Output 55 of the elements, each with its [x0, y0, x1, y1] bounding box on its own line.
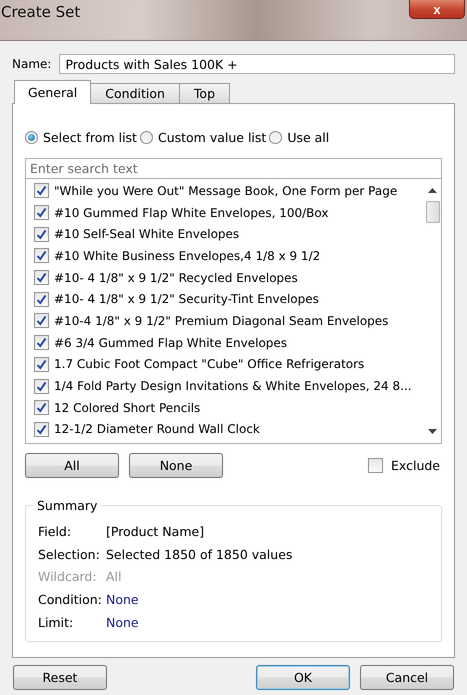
summary-label: Wildcard:: [38, 569, 98, 584]
scroll-up-icon[interactable]: [428, 187, 437, 193]
summary-title: Summary: [34, 498, 100, 513]
checkbox[interactable]: [34, 422, 49, 437]
summary-value[interactable]: None: [106, 592, 441, 608]
summary-value: [Product Name]: [106, 524, 206, 539]
summary-label: Condition:: [38, 592, 103, 608]
tab[interactable]: General: [14, 80, 92, 104]
list-item[interactable]: #10- 4 1/8" x 9 1/2" Recycled Envelopes: [54, 270, 298, 285]
checkbox[interactable]: [34, 335, 49, 350]
checkbox[interactable]: [34, 378, 49, 394]
list-item[interactable]: 12 Colored Short Pencils: [54, 400, 200, 415]
checkbox[interactable]: [34, 313, 49, 328]
summary-value[interactable]: None: [106, 615, 441, 630]
list-item[interactable]: "While you Were Out" Message Book, One Form per Page: [54, 184, 398, 198]
name-label: Name:: [12, 57, 52, 71]
list-item[interactable]: #6 3/4 Gummed Flap White Envelopes: [54, 336, 288, 350]
tab[interactable]: Condition: [90, 83, 180, 103]
list-item[interactable]: 12-1/2 Diameter Round Wall Clock: [54, 422, 260, 436]
radio-option[interactable]: Custom value list: [140, 130, 266, 144]
checkbox[interactable]: [34, 226, 49, 242]
checkbox[interactable]: [34, 248, 49, 264]
summary-value: All: [106, 569, 122, 584]
list-button[interactable]: All: [25, 453, 119, 478]
summary-label: Field:: [38, 524, 72, 539]
reset-button[interactable]: Reset: [13, 665, 107, 690]
list-item[interactable]: #10 Gummed Flap White Envelopes, 100/Box: [54, 206, 328, 220]
summary-label: Selection:: [38, 546, 101, 562]
checkbox[interactable]: [34, 183, 49, 198]
name-field[interactable]: Products with Sales 100K +: [59, 54, 455, 74]
tab[interactable]: Top: [178, 83, 230, 103]
list-item[interactable]: #10 Self-Seal White Envelopes: [54, 227, 240, 242]
radio-option[interactable]: Use all: [269, 130, 330, 144]
list-item[interactable]: #10- 4 1/8" x 9 1/2" Security-Tint Envelopes: [54, 292, 319, 306]
close-button[interactable]: x: [409, 0, 465, 19]
checkbox[interactable]: [34, 292, 49, 307]
exclude-option[interactable]: Exclude: [368, 458, 440, 473]
list-button[interactable]: None: [129, 453, 223, 478]
window-title: Create Set: [0, 2, 80, 21]
list-item[interactable]: #10 White Business Envelopes,4 1/8 x 9 1/2: [54, 248, 320, 263]
scroll-thumb[interactable]: [426, 201, 440, 223]
ok-button[interactable]: OK: [256, 665, 350, 690]
search-field[interactable]: Enter search text: [25, 158, 442, 179]
checkbox[interactable]: [34, 205, 49, 220]
radio-option[interactable]: Select from list: [25, 130, 137, 144]
list-item[interactable]: 1/4 Fold Party Design Invitations & White Envelopes, 24 8...: [54, 379, 412, 394]
checkbox[interactable]: [34, 270, 49, 286]
checkbox[interactable]: [34, 400, 49, 416]
scroll-down-icon[interactable]: [428, 429, 437, 435]
summary-label: Limit:: [38, 615, 74, 630]
list-item[interactable]: #10-4 1/8" x 9 1/2" Premium Diagonal Seam Envelopes: [54, 314, 388, 328]
summary-value: Selected 1850 of 1850 values: [106, 546, 294, 562]
cancel-button[interactable]: Cancel: [360, 665, 454, 690]
list-item[interactable]: 1.7 Cubic Foot Compact "Cube" Office Refrigerators: [54, 357, 364, 372]
checkbox[interactable]: [34, 356, 49, 372]
